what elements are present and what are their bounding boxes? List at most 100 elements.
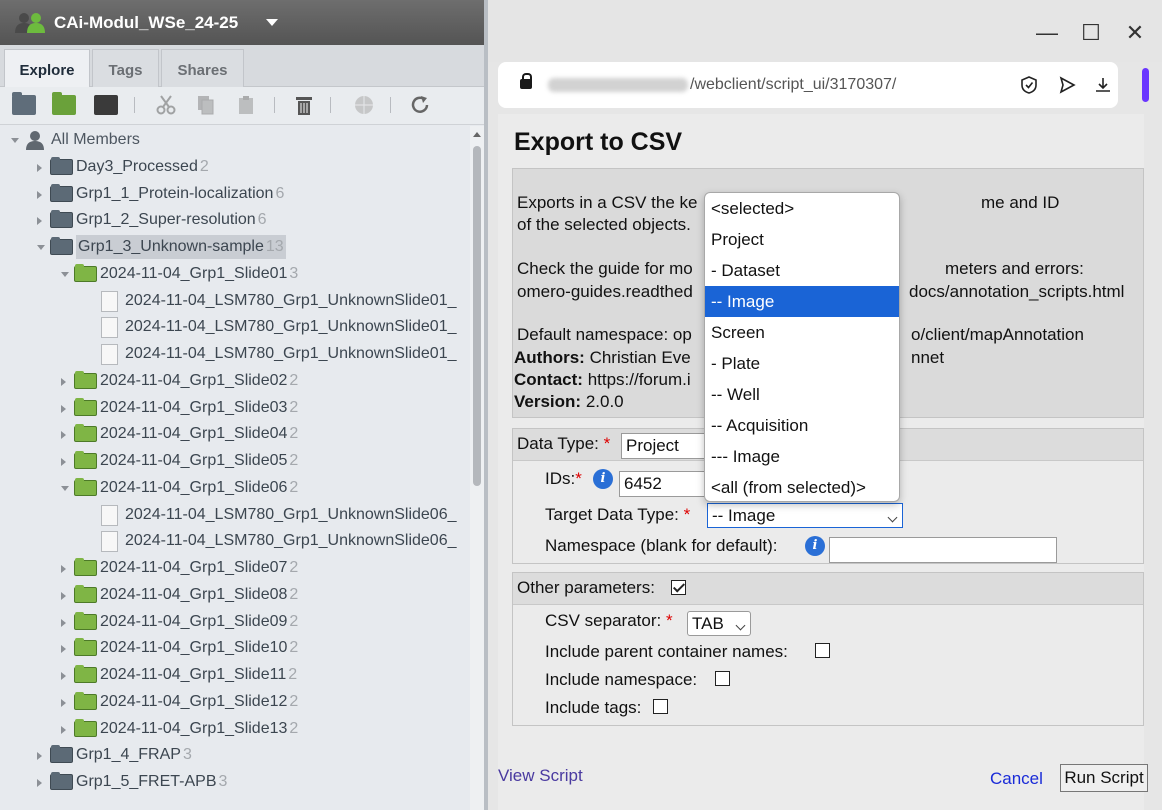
new-project-icon[interactable] xyxy=(12,92,36,115)
tree-item-members[interactable]: All Members xyxy=(0,128,470,152)
tree-item-image[interactable]: 2024-11-04_LSM780_Grp1_UnknownSlide01_ xyxy=(0,315,470,339)
dropdown-option[interactable]: -- Well xyxy=(705,379,899,410)
dropdown-option[interactable]: Screen xyxy=(705,317,899,348)
tree-item-image[interactable]: 2024-11-04_LSM780_Grp1_UnknownSlide01_ xyxy=(0,342,470,366)
collapse-arrow-icon[interactable] xyxy=(61,485,69,491)
send-icon[interactable] xyxy=(1058,76,1076,94)
lock-icon[interactable] xyxy=(520,73,532,89)
expand-arrow-icon[interactable] xyxy=(61,698,66,707)
tree-item-project[interactable]: Day3_Processed 2 xyxy=(0,155,470,179)
tree-item-dataset[interactable]: 2024-11-04_Grp1_Slide10 2 xyxy=(0,636,470,660)
expand-arrow-icon[interactable] xyxy=(37,163,42,172)
tree-item-project[interactable]: Grp1_1_Protein-localization 6 xyxy=(0,182,470,206)
dropdown-option[interactable]: <all (from selected)> xyxy=(705,472,899,501)
tab-shares[interactable]: Shares xyxy=(161,49,244,87)
tab-explore[interactable]: Explore xyxy=(4,49,90,88)
expand-arrow-icon[interactable] xyxy=(61,431,66,440)
dropdown-option[interactable]: - Plate xyxy=(705,348,899,379)
expand-arrow-icon[interactable] xyxy=(61,404,66,413)
project-folder-icon xyxy=(50,183,73,202)
tree-item-dataset[interactable]: 2024-11-04_Grp1_Slide04 2 xyxy=(0,422,470,446)
tree-item-dataset[interactable]: 2024-11-04_Grp1_Slide12 2 xyxy=(0,690,470,714)
url-text[interactable]: /webclient/script_ui/3170307/ xyxy=(690,76,896,94)
other-parameters-checkbox[interactable] xyxy=(671,580,686,595)
cut-icon[interactable] xyxy=(154,95,178,115)
group-switch-caret-icon[interactable] xyxy=(266,19,278,26)
tree-item-dataset[interactable]: 2024-11-04_Grp1_Slide03 2 xyxy=(0,396,470,420)
cancel-link[interactable]: Cancel xyxy=(990,769,1043,789)
share-globe-icon[interactable] xyxy=(352,95,376,115)
csv-separator-select[interactable]: TAB xyxy=(687,611,751,636)
tree-item-dataset[interactable]: 2024-11-04_Grp1_Slide11 2 xyxy=(0,663,470,687)
child-count-badge: 6 xyxy=(257,211,267,229)
expand-arrow-icon[interactable] xyxy=(61,377,66,386)
tree-item-dataset[interactable]: 2024-11-04_Grp1_Slide02 2 xyxy=(0,369,470,393)
copy-icon[interactable] xyxy=(194,95,218,115)
delete-icon[interactable] xyxy=(292,95,316,115)
include-tags-checkbox[interactable] xyxy=(653,699,668,714)
tree-item-project[interactable]: Grp1_5_FRET-APB 3 xyxy=(0,770,470,794)
shield-icon[interactable] xyxy=(1020,76,1038,94)
expand-arrow-icon[interactable] xyxy=(37,779,42,787)
collapse-arrow-icon[interactable] xyxy=(37,245,45,250)
dropdown-option[interactable]: --- Image xyxy=(705,441,899,472)
expand-arrow-icon[interactable] xyxy=(61,725,66,734)
collapse-arrow-icon[interactable] xyxy=(61,271,69,277)
new-screen-icon[interactable] xyxy=(94,95,118,115)
expand-arrow-icon[interactable] xyxy=(61,458,66,466)
new-dataset-icon[interactable] xyxy=(52,92,76,115)
tree-item-project[interactable]: Grp1_2_Super-resolution 6 xyxy=(0,208,470,232)
view-script-link[interactable]: View Script xyxy=(498,766,583,786)
run-script-button[interactable]: Run Script xyxy=(1060,764,1148,792)
paste-icon[interactable] xyxy=(234,95,258,115)
dropdown-option[interactable]: -- Acquisition xyxy=(705,410,899,441)
tree-item-project[interactable]: Grp1_4_FRAP 3 xyxy=(0,743,470,767)
download-icon[interactable] xyxy=(1094,76,1112,94)
tree-scrollbar-thumb[interactable] xyxy=(473,146,481,486)
expand-arrow-icon[interactable] xyxy=(61,672,66,680)
csv-separator-label: CSV separator: * xyxy=(545,611,673,630)
data-type-select[interactable]: Project xyxy=(621,433,713,459)
expand-arrow-icon[interactable] xyxy=(37,752,42,761)
contact-row: Contact: https://forum.i xyxy=(514,370,691,390)
target-type-select[interactable]: -- Image xyxy=(707,503,903,528)
tree-item-project[interactable]: Grp1_3_Unknown-sample 13 xyxy=(0,235,470,259)
expand-arrow-icon[interactable] xyxy=(37,217,42,226)
expand-arrow-icon[interactable] xyxy=(61,645,66,654)
tree-item-dataset[interactable]: 2024-11-04_Grp1_Slide09 2 xyxy=(0,610,470,634)
dropdown-option[interactable]: <selected> xyxy=(705,193,899,224)
address-bar[interactable]: /webclient/script_ui/3170307/ xyxy=(498,62,1118,108)
ids-input[interactable]: 6452 xyxy=(619,471,709,497)
include-namespace-checkbox[interactable] xyxy=(715,671,730,686)
expand-arrow-icon[interactable] xyxy=(37,190,42,199)
namespace-input[interactable] xyxy=(829,537,1057,563)
ids-info-icon[interactable]: i xyxy=(593,469,613,489)
tree-item-dataset[interactable]: 2024-11-04_Grp1_Slide05 2 xyxy=(0,449,470,473)
tree-item-image[interactable]: 2024-11-04_LSM780_Grp1_UnknownSlide06_ xyxy=(0,529,470,553)
maximize-button[interactable]: ☐ xyxy=(1076,18,1106,48)
expand-arrow-icon[interactable] xyxy=(61,591,66,600)
dropdown-option[interactable]: Project xyxy=(705,224,899,255)
tree-item-image[interactable]: 2024-11-04_LSM780_Grp1_UnknownSlide01_ xyxy=(0,289,470,313)
refresh-icon[interactable] xyxy=(408,95,432,115)
group-name[interactable]: CAi-Modul_WSe_24-25 xyxy=(54,13,238,33)
tree-item-dataset[interactable]: 2024-11-04_Grp1_Slide07 2 xyxy=(0,556,470,580)
tree-item-image[interactable]: 2024-11-04_LSM780_Grp1_UnknownSlide06_ xyxy=(0,503,470,527)
expand-arrow-icon[interactable] xyxy=(61,565,66,573)
child-count-badge: 2 xyxy=(289,585,299,603)
expand-arrow-icon[interactable] xyxy=(61,618,66,627)
tree-scrollbar[interactable] xyxy=(470,126,484,810)
tree-item-dataset[interactable]: 2024-11-04_Grp1_Slide08 2 xyxy=(0,583,470,607)
namespace-info-icon[interactable]: i xyxy=(805,536,825,556)
close-button[interactable]: ✕ xyxy=(1120,18,1150,48)
tab-tags[interactable]: Tags xyxy=(92,49,159,87)
dropdown-option[interactable]: -- Image xyxy=(705,286,899,317)
tree-item-dataset[interactable]: 2024-11-04_Grp1_Slide06 2 xyxy=(0,476,470,500)
parent-names-checkbox[interactable] xyxy=(815,643,830,658)
dropdown-option[interactable]: - Dataset xyxy=(705,255,899,286)
minimize-button[interactable]: — xyxy=(1032,18,1062,48)
tree-item-dataset[interactable]: 2024-11-04_Grp1_Slide13 2 xyxy=(0,717,470,741)
collapse-arrow-icon[interactable] xyxy=(11,138,19,143)
tree-item-label: 2024-11-04_LSM780_Grp1_UnknownSlide01_ xyxy=(125,345,457,362)
tree-item-dataset[interactable]: 2024-11-04_Grp1_Slide01 3 xyxy=(0,262,470,286)
